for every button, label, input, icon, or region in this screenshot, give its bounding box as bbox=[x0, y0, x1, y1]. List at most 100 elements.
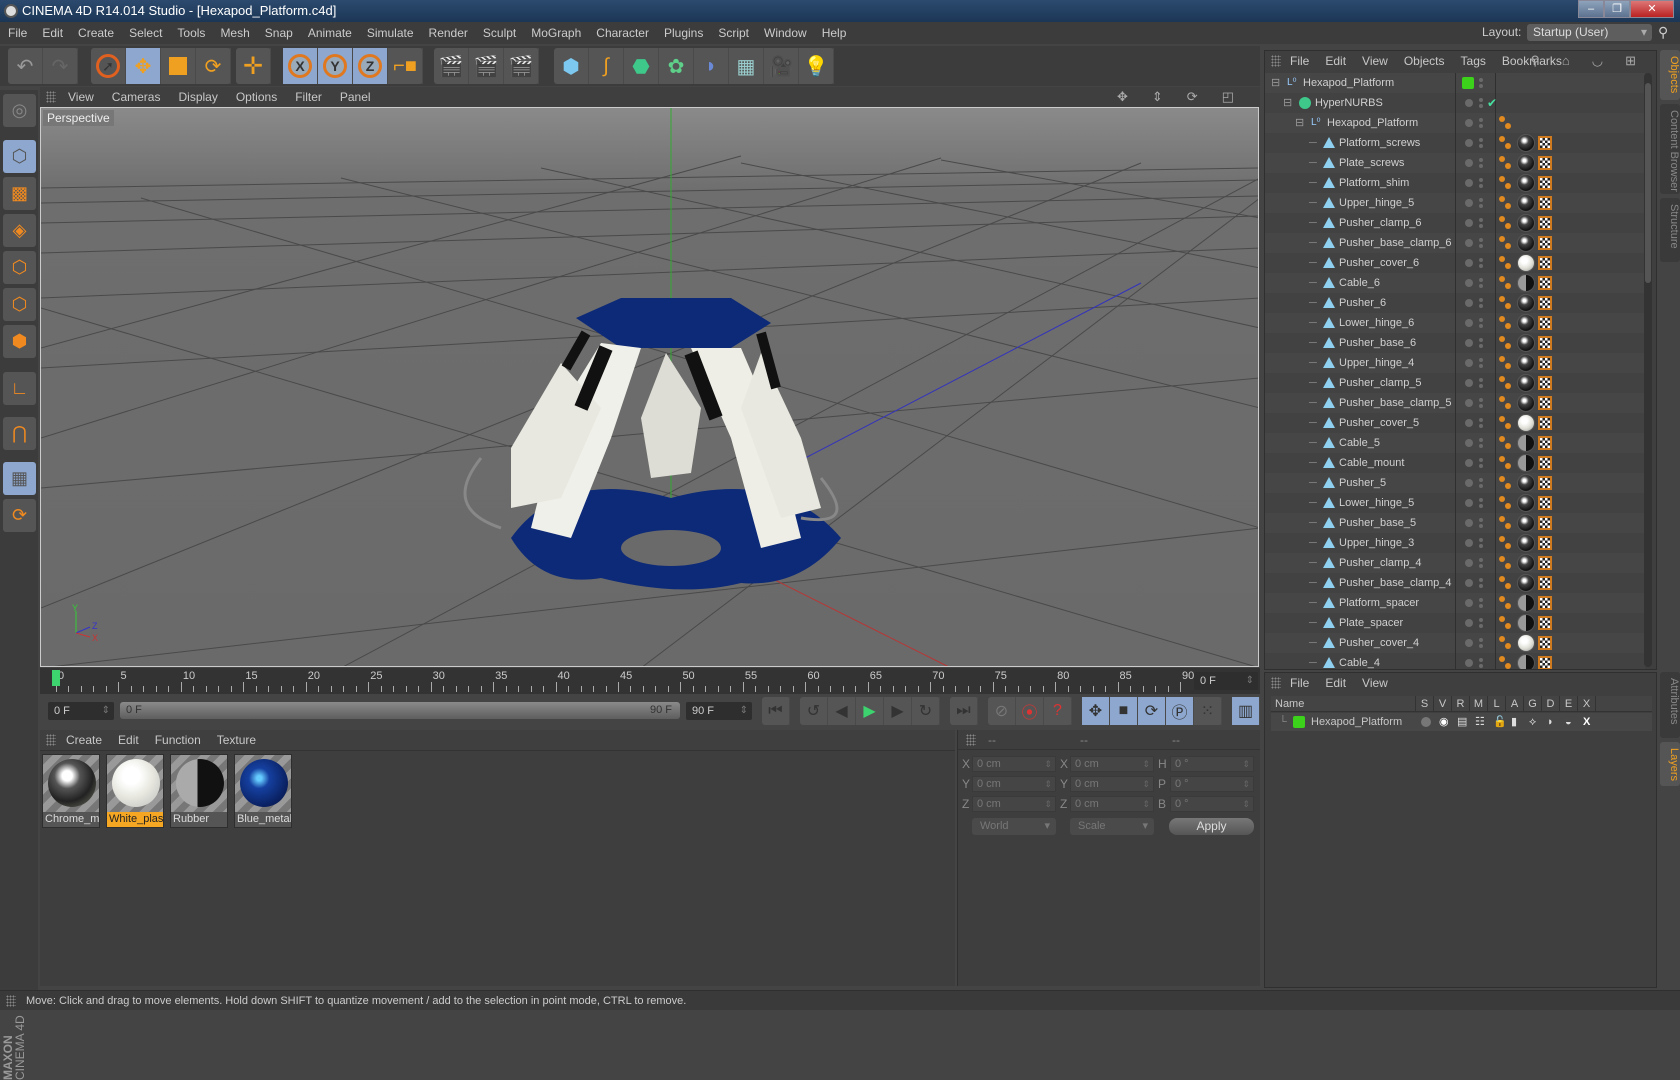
object-row[interactable]: ─ Upper_hinge_3 bbox=[1265, 533, 1645, 553]
uvw-tag-icon[interactable] bbox=[1538, 296, 1552, 310]
object-row[interactable]: ─ Pusher_cover_4 bbox=[1265, 633, 1645, 653]
points-mode-icon[interactable]: ⬡ bbox=[3, 251, 36, 284]
viewport-menu-display[interactable]: Display bbox=[178, 90, 217, 104]
next-key-button[interactable]: ↻ bbox=[912, 697, 940, 725]
objects-menu-objects[interactable]: Objects bbox=[1404, 54, 1445, 68]
layer-color-swatch[interactable] bbox=[1293, 716, 1305, 728]
phong-tag-icon[interactable] bbox=[1499, 276, 1513, 290]
material-tag-icon[interactable] bbox=[1517, 554, 1535, 572]
object-row[interactable]: ─ Lower_hinge_5 bbox=[1265, 493, 1645, 513]
workplane-rotate-icon[interactable]: ⟳ bbox=[3, 499, 36, 532]
close-button[interactable]: ✕ bbox=[1630, 0, 1674, 18]
menu-character[interactable]: Character bbox=[596, 26, 649, 40]
size-mode-dropdown[interactable]: Scale bbox=[1070, 818, 1154, 835]
timeline-ruler[interactable]: 0 5 10 15 20 25 30 35 40 45 50 55 60 65 70 75 80 85 90 bbox=[40, 668, 1260, 694]
pan-icon[interactable]: ✥ bbox=[1117, 89, 1128, 105]
phong-tag-icon[interactable] bbox=[1499, 116, 1513, 130]
keyframe-selection-button[interactable]: ? bbox=[1044, 697, 1072, 725]
tab-layers[interactable]: Layers bbox=[1660, 742, 1680, 786]
deformer-icon[interactable]: ◗ bbox=[694, 48, 729, 84]
solo-toggle-icon[interactable] bbox=[1421, 717, 1431, 727]
editor-visibility-dot[interactable] bbox=[1479, 418, 1483, 422]
light-icon[interactable]: 💡 bbox=[799, 48, 834, 84]
col-xref[interactable]: X bbox=[1578, 696, 1596, 711]
toggle-layout-icon[interactable]: ◰ bbox=[1222, 89, 1234, 105]
uvw-tag-icon[interactable] bbox=[1538, 316, 1552, 330]
visibility-dot-icon[interactable] bbox=[1465, 419, 1473, 427]
editor-visibility-dot[interactable] bbox=[1479, 138, 1483, 142]
object-row[interactable]: ─ Cable_5 bbox=[1265, 433, 1645, 453]
current-frame-field[interactable]: 0 F bbox=[1194, 672, 1258, 690]
visibility-dot-icon[interactable] bbox=[1465, 479, 1473, 487]
render-visibility-dot[interactable] bbox=[1479, 624, 1483, 628]
render-visibility-dot[interactable] bbox=[1479, 464, 1483, 468]
object-name[interactable]: Cable_4 bbox=[1339, 653, 1380, 669]
material-tag-icon[interactable] bbox=[1517, 234, 1535, 252]
uvw-tag-icon[interactable] bbox=[1538, 256, 1552, 270]
object-name[interactable]: Pusher_base_6 bbox=[1339, 333, 1416, 353]
scrollbar-thumb[interactable] bbox=[1645, 83, 1651, 283]
uvw-tag-icon[interactable] bbox=[1538, 636, 1552, 650]
material-tag-icon[interactable] bbox=[1517, 594, 1535, 612]
editor-visibility-dot[interactable] bbox=[1479, 638, 1483, 642]
object-row[interactable]: ─ Pusher_base_6 bbox=[1265, 333, 1645, 353]
render-visibility-dot[interactable] bbox=[1479, 224, 1483, 228]
object-name[interactable]: Pusher_base_5 bbox=[1339, 513, 1416, 533]
editor-visibility-dot[interactable] bbox=[1479, 578, 1483, 582]
viewport-menu-cameras[interactable]: Cameras bbox=[112, 90, 161, 104]
animation-film-icon[interactable]: ▮ bbox=[1511, 713, 1517, 731]
object-name[interactable]: Platform_spacer bbox=[1339, 593, 1419, 613]
undo-icon[interactable]: ↶ bbox=[8, 48, 43, 84]
visible-eye-icon[interactable]: ◉ bbox=[1439, 713, 1449, 731]
tab-content-browser[interactable]: Content Browser bbox=[1660, 104, 1680, 194]
panel-grip[interactable] bbox=[46, 734, 56, 746]
visibility-dot-icon[interactable] bbox=[1465, 159, 1473, 167]
lock-icon[interactable]: 🔓 bbox=[1493, 713, 1507, 731]
uvw-tag-icon[interactable] bbox=[1538, 336, 1552, 350]
edges-mode-icon[interactable]: ⬡ bbox=[3, 288, 36, 321]
phong-tag-icon[interactable] bbox=[1499, 256, 1513, 270]
render-visibility-dot[interactable] bbox=[1479, 564, 1483, 568]
object-row[interactable]: ─ Cable_6 bbox=[1265, 273, 1645, 293]
render-visibility-dot[interactable] bbox=[1479, 404, 1483, 408]
object-row[interactable]: ⊟ L⁰ Hexapod_Platform bbox=[1265, 113, 1645, 133]
cube-primitive-icon[interactable]: ⬢ bbox=[554, 48, 589, 84]
position-y-field[interactable]: 0 cm bbox=[972, 776, 1056, 792]
editor-visibility-dot[interactable] bbox=[1479, 378, 1483, 382]
enabled-check-icon[interactable]: ✔ bbox=[1487, 93, 1497, 113]
uvw-tag-icon[interactable] bbox=[1538, 456, 1552, 470]
phong-tag-icon[interactable] bbox=[1499, 436, 1513, 450]
position-x-field[interactable]: 0 cm bbox=[972, 756, 1056, 772]
editor-visibility-dot[interactable] bbox=[1479, 618, 1483, 622]
make-editable-icon[interactable]: ◎ bbox=[3, 94, 36, 127]
visibility-dot-icon[interactable] bbox=[1465, 579, 1473, 587]
render-visibility-dot[interactable] bbox=[1479, 144, 1483, 148]
render-visibility-dot[interactable] bbox=[1479, 264, 1483, 268]
render-visibility-dot[interactable] bbox=[1479, 544, 1483, 548]
objects-menu-file[interactable]: File bbox=[1290, 54, 1309, 68]
material-tag-icon[interactable] bbox=[1517, 214, 1535, 232]
workplane-lock-icon[interactable]: ▦ bbox=[3, 462, 36, 495]
visibility-dot-icon[interactable] bbox=[1465, 639, 1473, 647]
editor-visibility-dot[interactable] bbox=[1479, 98, 1483, 102]
material-tag-icon[interactable] bbox=[1517, 474, 1535, 492]
tab-objects[interactable]: Objects bbox=[1660, 50, 1680, 100]
menu-sculpt[interactable]: Sculpt bbox=[483, 26, 516, 40]
uvw-tag-icon[interactable] bbox=[1538, 516, 1552, 530]
render-visibility-dot[interactable] bbox=[1479, 324, 1483, 328]
render-visibility-dot[interactable] bbox=[1479, 584, 1483, 588]
size-z-field[interactable]: 0 cm bbox=[1070, 796, 1154, 812]
collapse-toggle-icon[interactable]: ⊟ bbox=[1295, 113, 1304, 133]
object-name[interactable]: Pusher_6 bbox=[1339, 293, 1386, 313]
material-menu-function[interactable]: Function bbox=[155, 733, 201, 747]
object-name[interactable]: Plate_spacer bbox=[1339, 613, 1403, 633]
start-frame-field[interactable]: 0 F bbox=[48, 702, 114, 720]
visibility-dot-icon[interactable] bbox=[1465, 539, 1473, 547]
object-row[interactable]: ⊟ HyperNURBS ✔ bbox=[1265, 93, 1645, 113]
render-visibility-dot[interactable] bbox=[1479, 244, 1483, 248]
material-tag-icon[interactable] bbox=[1517, 294, 1535, 312]
axis-mode-icon[interactable]: ∟ bbox=[3, 372, 36, 405]
parameter-track-button[interactable]: Ⓟ bbox=[1166, 697, 1194, 725]
perspective-viewport[interactable]: Perspective Y Z X bbox=[40, 107, 1259, 667]
eye-icon[interactable]: ◡ bbox=[1592, 53, 1603, 69]
